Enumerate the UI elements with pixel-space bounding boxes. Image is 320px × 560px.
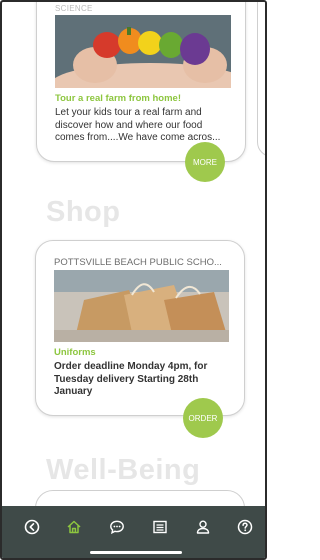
home-indicator[interactable] xyxy=(90,551,182,554)
nav-messages[interactable] xyxy=(104,516,130,542)
activity-description: Let your kids tour a real farm and disco… xyxy=(55,107,221,143)
help-icon xyxy=(237,519,253,540)
school-name: POTTSVILLE BEACH PUBLIC SCHO... xyxy=(54,257,222,268)
back-arrow-icon xyxy=(24,519,40,540)
home-icon xyxy=(66,519,82,540)
shopping-bags-image xyxy=(54,270,229,342)
activity-card[interactable]: SCIENCE Tour a real farm from home! Let … xyxy=(36,2,246,162)
nav-list[interactable] xyxy=(147,516,173,542)
next-activity-card[interactable] xyxy=(257,2,265,157)
nav-help[interactable] xyxy=(232,516,258,542)
veggie-hands-image xyxy=(55,15,231,88)
nav-home[interactable] xyxy=(61,516,87,542)
shop-card[interactable]: POTTSVILLE BEACH PUBLIC SCHO... Uniforms… xyxy=(35,240,245,416)
nav-back[interactable] xyxy=(19,516,45,542)
activity-title: Tour a real farm from home! xyxy=(55,93,181,104)
more-button[interactable]: MORE xyxy=(185,142,225,182)
shop-section-heading: Shop xyxy=(46,196,121,228)
app-screen: SCIENCE Tour a real farm from home! Let … xyxy=(0,0,267,560)
shop-item-title: Uniforms xyxy=(54,347,96,358)
shop-item-description: Order deadline Monday 4pm, for Tuesday d… xyxy=(54,361,208,397)
wellbeing-section-heading: Well-Being xyxy=(46,454,201,486)
list-icon xyxy=(152,519,168,540)
chat-icon xyxy=(109,519,125,540)
nav-profile[interactable] xyxy=(190,516,216,542)
order-button[interactable]: ORDER xyxy=(183,398,223,438)
card-category: SCIENCE xyxy=(55,4,93,13)
profile-icon xyxy=(195,519,211,540)
